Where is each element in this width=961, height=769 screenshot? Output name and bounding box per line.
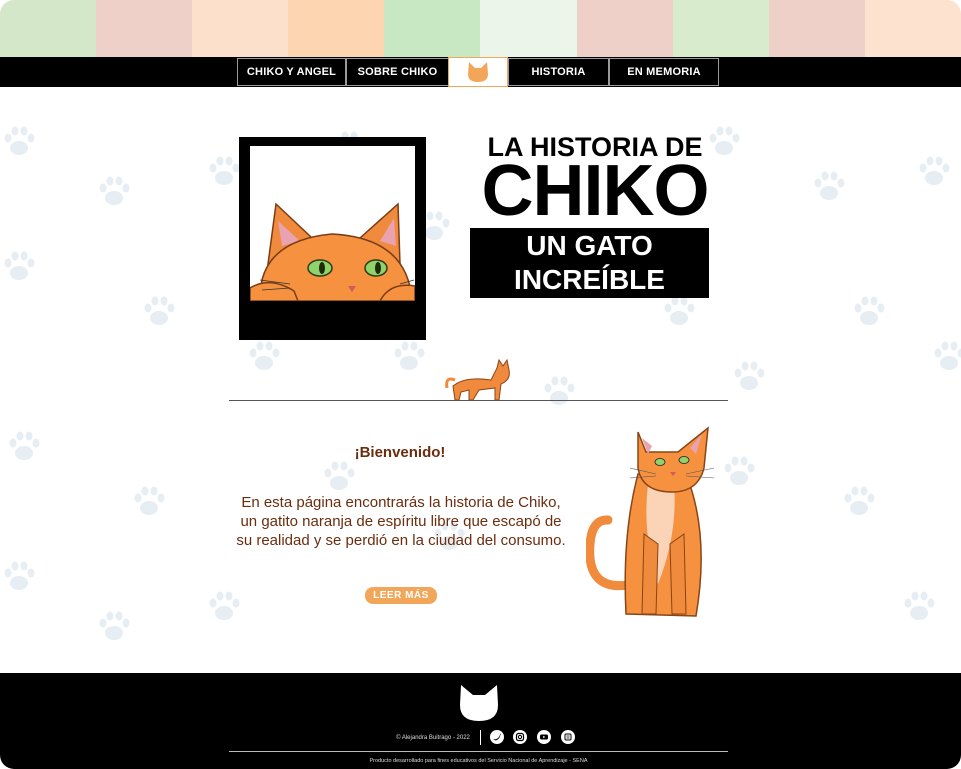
chiko-peeking-illustration	[250, 146, 415, 301]
paw-print-icon	[4, 251, 35, 280]
footer-separator	[480, 730, 481, 745]
welcome-text: En esta página encontrarás la historia d…	[236, 494, 566, 549]
main-nav: CHIKO Y ANGEL SOBRE CHIKO HISTORIA EN ME…	[0, 57, 961, 87]
paw-print-icon	[934, 341, 961, 370]
stripe-block	[672, 0, 769, 57]
stripe-block	[96, 0, 193, 57]
paw-print-icon	[394, 341, 425, 370]
stripe-block	[768, 0, 865, 57]
stripe-block	[288, 0, 385, 57]
cat-head-icon	[468, 62, 488, 82]
section-divider	[229, 400, 728, 401]
nav-home-logo[interactable]	[448, 57, 508, 87]
page: CHIKO Y ANGEL SOBRE CHIKO HISTORIA EN ME…	[0, 0, 961, 769]
paw-print-icon	[814, 171, 845, 200]
nav-item-en-memoria[interactable]: EN MEMORIA	[609, 58, 719, 86]
twitter-icon[interactable]	[490, 730, 504, 744]
paw-print-icon	[209, 591, 240, 620]
footer-credit: Producto desarrollado para fines educati…	[369, 758, 588, 764]
paw-print-icon	[919, 156, 950, 185]
paw-print-icon	[99, 176, 130, 205]
paw-print-icon	[4, 126, 35, 155]
nav-item-chiko-y-angel[interactable]: CHIKO Y ANGEL	[237, 58, 346, 86]
paw-print-icon	[854, 296, 885, 325]
nav-item-historia[interactable]: HISTORIA	[508, 58, 609, 86]
footer-divider	[229, 751, 728, 752]
youtube-icon[interactable]	[537, 730, 551, 744]
footer-copyright: © Alejandra Buitrago - 2022	[396, 735, 470, 741]
paw-print-icon	[734, 361, 765, 390]
stripe-block	[864, 0, 961, 57]
stripe-block	[192, 0, 289, 57]
leer-mas-button[interactable]: LEER MÁS	[365, 587, 437, 604]
paw-print-icon	[844, 486, 875, 515]
stripe-block	[0, 0, 97, 57]
paw-print-icon	[544, 376, 575, 405]
hero-subtitle-line-1: UN GATO	[526, 230, 653, 261]
paw-print-icon	[99, 611, 130, 640]
instagram-icon[interactable]	[513, 730, 527, 744]
hero-subtitle-line-2: INCREÍBLE	[514, 264, 665, 295]
stripe-block	[384, 0, 481, 57]
paw-print-icon	[724, 456, 755, 485]
color-stripe	[0, 0, 961, 57]
paw-print-icon	[144, 296, 175, 325]
stripe-block	[576, 0, 673, 57]
stripe-block	[480, 0, 577, 57]
hero-title-big: CHIKO	[481, 151, 710, 231]
walking-cat-illustration	[445, 358, 510, 401]
paw-print-icon	[9, 431, 40, 460]
paw-print-icon	[209, 156, 240, 185]
footer: © Alejandra Buitrago - 2022 Producto des…	[0, 673, 961, 769]
sitting-cat-illustration	[586, 426, 715, 617]
paw-print-icon	[134, 486, 165, 515]
paw-print-icon	[4, 561, 35, 590]
nav-item-sobre-chiko[interactable]: SOBRE CHIKO	[346, 58, 449, 86]
paw-print-icon	[324, 461, 355, 490]
hero-subtitle: UN GATO INCREÍBLE	[470, 228, 709, 298]
cat-head-logo-icon	[460, 685, 498, 721]
paw-print-icon	[249, 341, 280, 370]
paw-print-icon	[904, 591, 935, 620]
welcome-title: ¡Bienvenido!	[354, 444, 446, 461]
blog-icon[interactable]	[561, 730, 575, 744]
chiko-photo-frame	[239, 137, 426, 340]
